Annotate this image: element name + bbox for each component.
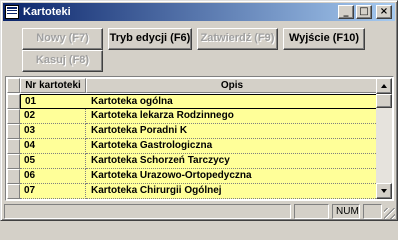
status-bar: NUM [4, 204, 395, 219]
cell-nr[interactable]: 07 [20, 184, 86, 199]
kartoteki-window: Kartoteki _ □ × Nowy (F7) Tryb edycji (F… [0, 0, 398, 221]
exit-button[interactable]: Wyjście (F10) [283, 28, 365, 50]
cell-nr[interactable]: 06 [20, 169, 86, 184]
row-indicator[interactable] [7, 154, 20, 169]
title-bar[interactable]: Kartoteki _ □ × [3, 3, 395, 21]
grid-header: Nr kartoteki Opis [7, 78, 378, 93]
table-row[interactable]: 06 Kartoteka Urazowo-Ortopedyczna [7, 169, 378, 184]
table-row[interactable]: 05 Kartoteka Schorzeń Tarczycy [7, 154, 378, 169]
scroll-thumb[interactable] [376, 94, 392, 108]
new-button[interactable]: Nowy (F7) [22, 28, 103, 50]
table-row[interactable]: 02 Kartoteka lekarza Rodzinnego [7, 109, 378, 124]
minimize-button[interactable]: _ [338, 5, 354, 19]
app-icon[interactable] [5, 5, 19, 19]
header-indicator [7, 78, 20, 93]
row-indicator[interactable] [7, 139, 20, 154]
arrow-up-icon [381, 84, 387, 88]
maximize-button[interactable]: □ [356, 5, 372, 19]
cell-opis[interactable]: Kartoteka Gastrologiczna [86, 139, 378, 154]
table-row[interactable]: 01 Kartoteka ogólna [7, 94, 378, 109]
arrow-down-icon [381, 189, 387, 193]
grid-rows: 01 Kartoteka ogólna 02 Kartoteka lekarza… [7, 94, 378, 199]
header-opis[interactable]: Opis [86, 78, 378, 93]
row-indicator[interactable] [7, 169, 20, 184]
status-panel-main [4, 204, 291, 219]
resize-grip-icon[interactable] [384, 208, 395, 219]
cell-nr[interactable]: 04 [20, 139, 86, 154]
cell-opis[interactable]: Kartoteka Poradni K [86, 124, 378, 139]
row-indicator[interactable] [7, 124, 20, 139]
cell-opis[interactable]: Kartoteka Urazowo-Ortopedyczna [86, 169, 378, 184]
row-indicator[interactable] [7, 184, 20, 199]
header-nr-kartoteki[interactable]: Nr kartoteki [20, 78, 86, 93]
cell-nr[interactable]: 03 [20, 124, 86, 139]
confirm-button[interactable]: Zatwierdź (F9) [197, 28, 278, 50]
cell-nr[interactable]: 02 [20, 109, 86, 124]
cell-opis[interactable]: Kartoteka lekarza Rodzinnego [86, 109, 378, 124]
cell-opis[interactable]: Kartoteka Chirurgii Ogólnej [86, 184, 378, 199]
kartoteki-grid[interactable]: Nr kartoteki Opis 01 Kartoteka ogólna 02… [5, 76, 394, 201]
scroll-down-button[interactable] [376, 183, 392, 199]
cell-nr[interactable]: 01 [20, 94, 86, 109]
cell-opis[interactable]: Kartoteka ogólna [86, 94, 378, 109]
status-panel-caps [294, 204, 329, 219]
table-row[interactable]: 04 Kartoteka Gastrologiczna [7, 139, 378, 154]
delete-button[interactable]: Kasuj (F8) [22, 50, 103, 72]
row-indicator[interactable] [7, 94, 20, 109]
cell-opis[interactable]: Kartoteka Schorzeń Tarczycy [86, 154, 378, 169]
scroll-up-button[interactable] [376, 78, 392, 94]
cell-nr[interactable]: 05 [20, 154, 86, 169]
status-panel-num: NUM [332, 204, 360, 219]
vertical-scrollbar[interactable] [376, 78, 392, 199]
table-row[interactable]: 03 Kartoteka Poradni K [7, 124, 378, 139]
edit-mode-button[interactable]: Tryb edycji (F6) [108, 28, 192, 50]
table-row[interactable]: 07 Kartoteka Chirurgii Ogólnej [7, 184, 378, 199]
status-panel-scroll [363, 204, 382, 219]
row-indicator[interactable] [7, 109, 20, 124]
close-button[interactable]: × [376, 5, 392, 19]
window-title: Kartoteki [23, 6, 71, 18]
